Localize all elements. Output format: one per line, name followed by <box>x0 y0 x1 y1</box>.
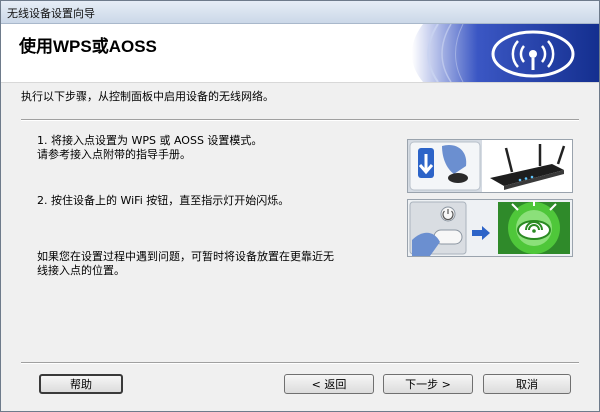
help-note-line1: 如果您在设置过程中遇到问题，可暂时将设备放置在更靠近无 <box>37 250 334 263</box>
back-button[interactable]: < 返回 <box>284 374 374 394</box>
title-bar[interactable]: 无线设备设置向导 <box>1 1 599 24</box>
help-note: 如果您在设置过程中遇到问题，可暂时将设备放置在更靠近无 线接入点的位置。 <box>37 250 387 278</box>
next-button[interactable]: 下一步 > <box>383 374 473 394</box>
wizard-window: 无线设备设置向导 使用WPS或AOSS 执行以下步骤，从控制面板中启用设备的无线… <box>0 0 600 412</box>
page-title: 使用WPS或AOSS <box>19 37 157 56</box>
step1-line1: 1. 将接入点设置为 WPS 或 AOSS 设置模式。 <box>37 134 263 147</box>
divider-top <box>21 119 579 121</box>
header-banner: 使用WPS或AOSS <box>1 24 599 83</box>
router-button-illustration-icon <box>407 139 573 193</box>
help-button[interactable]: 帮助 <box>39 374 123 394</box>
instruction-text: 执行以下步骤，从控制面板中启用设备的无线网络。 <box>21 90 274 103</box>
wifi-signal-logo-icon <box>411 24 599 82</box>
step2-text: 2. 按住设备上的 WiFi 按钮，直至指示灯开始闪烁。 <box>37 194 290 207</box>
window-title: 无线设备设置向导 <box>7 7 95 20</box>
cancel-button[interactable]: 取消 <box>483 374 571 394</box>
wifi-button-illustration-icon <box>407 199 573 257</box>
step1-text: 1. 将接入点设置为 WPS 或 AOSS 设置模式。 请参考接入点附带的指导手… <box>37 134 377 162</box>
help-note-line2: 线接入点的位置。 <box>37 264 125 277</box>
divider-bottom <box>21 362 579 364</box>
step1-line2: 请参考接入点附带的指导手册。 <box>37 148 191 161</box>
